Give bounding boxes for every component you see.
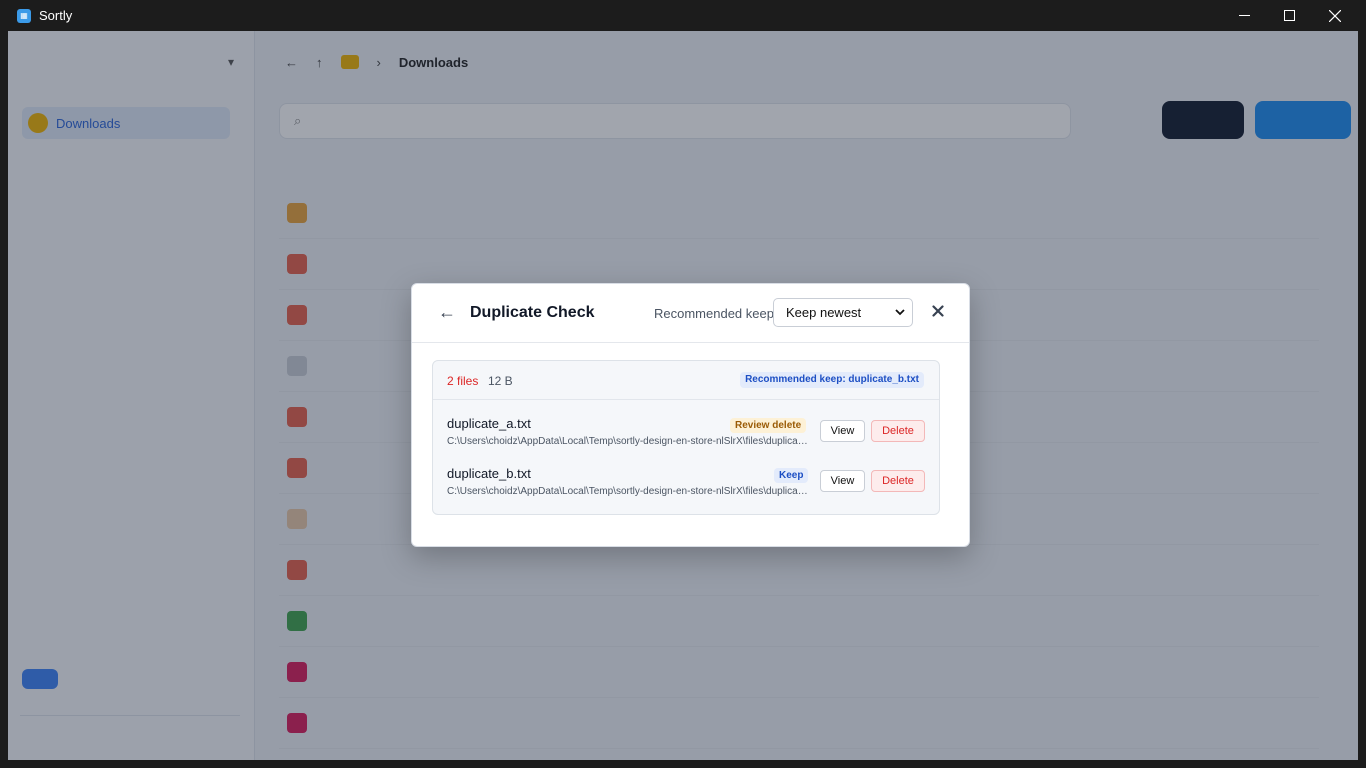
delete-button[interactable]: Delete [871,420,925,442]
recommended-keep-label: Recommended keep: [654,306,778,321]
dialog-header: ← Duplicate Check Recommended keep: Keep… [412,284,969,343]
close-icon [932,305,944,317]
keep-strategy-select[interactable]: Keep newest [773,298,913,327]
dialog-title: Duplicate Check [470,304,595,321]
window-close-button[interactable] [1312,0,1358,31]
file-path: C:\Users\choidz\AppData\Local\Temp\sortl… [447,486,809,497]
status-badge: Review delete [730,418,807,433]
app-logo-icon: ▦ [17,8,31,23]
duplicate-check-dialog: ← Duplicate Check Recommended keep: Keep… [411,283,970,547]
dialog-close-button[interactable] [932,304,944,322]
file-name: duplicate_a.txt [447,416,531,431]
file-path: C:\Users\choidz\AppData\Local\Temp\sortl… [447,436,809,447]
window-title: Sortly [39,8,73,23]
keep-strategy-value: Keep newest [786,305,862,320]
view-button[interactable]: View [820,420,865,442]
delete-button[interactable]: Delete [871,470,925,492]
list-item: duplicate_a.txt Review delete C:\Users\c… [433,412,939,458]
group-header: 2 files 12 B Recommended keep: duplicate… [433,361,939,400]
view-button[interactable]: View [820,470,865,492]
back-button[interactable]: ← [438,302,456,323]
close-icon [1329,9,1341,22]
list-item: duplicate_b.txt Keep C:\Users\choidz\App… [433,462,939,508]
chevron-down-icon [895,309,905,316]
title-bar: ▦ Sortly [0,0,1366,31]
recommended-keep-badge: Recommended keep: duplicate_b.txt [740,372,924,388]
minimize-button[interactable] [1221,0,1267,31]
minimize-icon [1238,15,1250,16]
file-name: duplicate_b.txt [447,466,531,481]
duplicate-group: 2 files 12 B Recommended keep: duplicate… [432,360,940,515]
file-count: 2 files [447,374,479,388]
group-size: 12 B [488,374,513,388]
maximize-icon [1283,10,1295,21]
maximize-button[interactable] [1266,0,1312,31]
status-badge: Keep [774,468,809,483]
